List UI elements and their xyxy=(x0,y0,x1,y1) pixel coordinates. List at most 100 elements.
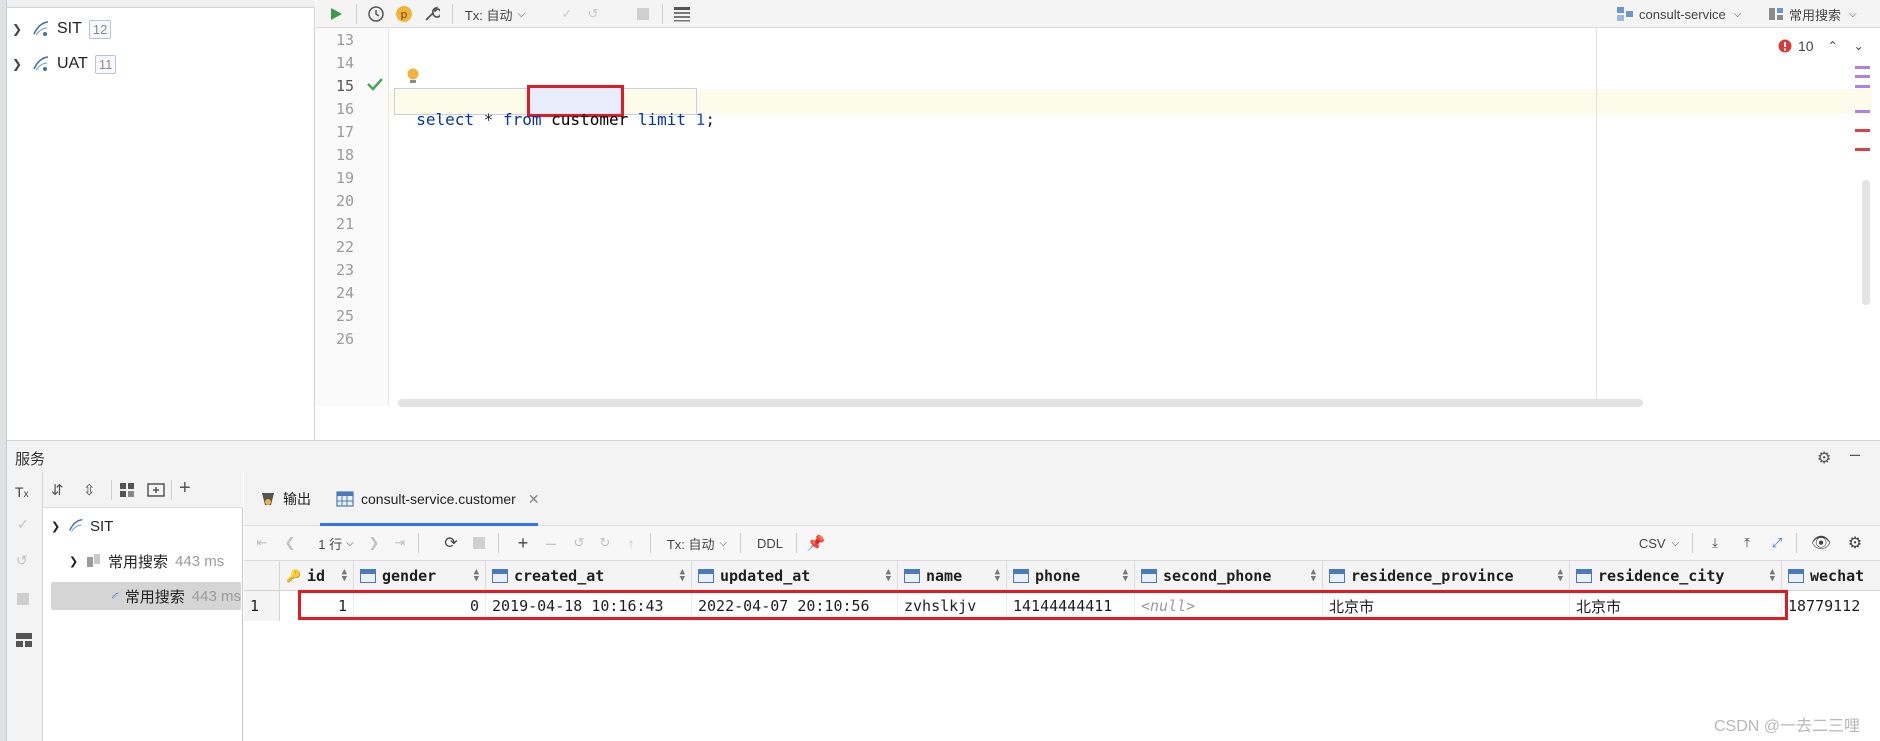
close-icon[interactable]: ✕ xyxy=(528,491,540,508)
sort-icon[interactable]: ▲ ▼ xyxy=(474,568,479,584)
column-header-wechat[interactable]: wechat xyxy=(1782,561,1880,591)
editor-gutter: 13 14 15 16 17 18 19 20 21 22 23 24 25 2… xyxy=(316,28,389,406)
column-name: updated_at xyxy=(720,567,811,585)
output-panel-button[interactable] xyxy=(670,3,694,25)
stop-icon[interactable] xyxy=(468,532,490,554)
column-header-gender[interactable]: gender ▲ ▼ xyxy=(354,561,486,591)
sort-icon[interactable]: ▲ ▼ xyxy=(1558,568,1563,584)
sort-icon[interactable]: ▲ ▼ xyxy=(995,568,1000,584)
new-tab-icon[interactable] xyxy=(147,481,165,497)
column-icon xyxy=(492,569,508,583)
rollback-icon[interactable]: ↺ xyxy=(16,552,28,569)
row-count-dropdown[interactable]: 1 行 ⌵ xyxy=(314,532,358,554)
parameters-button[interactable]: p xyxy=(392,3,416,25)
refresh-icon[interactable]: ⟳ xyxy=(440,532,462,554)
group-by-icon[interactable] xyxy=(119,482,135,498)
add-row-icon[interactable]: + xyxy=(512,532,534,554)
column-header-residence-city[interactable]: residence_city ▲ ▼ xyxy=(1570,561,1782,591)
sort-icon[interactable]: ▲ ▼ xyxy=(1770,568,1775,584)
sort-icon[interactable]: ▲ ▼ xyxy=(1123,568,1128,584)
tab-consult-service-customer[interactable]: consult-service.customer ✕ xyxy=(336,486,540,512)
chevron-down-icon[interactable]: ❯ xyxy=(51,520,65,533)
horizontal-scrollbar[interactable] xyxy=(398,399,1643,407)
db-tree-item-uat[interactable]: ❯ UAT 11 xyxy=(7,49,117,79)
tx-icon[interactable]: Tx xyxy=(15,484,29,500)
chevron-down-icon[interactable]: ❯ xyxy=(69,555,83,568)
tx-mode-dropdown[interactable]: Tx: 自动 ⌵ xyxy=(662,532,732,554)
services-tree-item-query[interactable]: 常用搜索 443 ms xyxy=(111,582,241,610)
ddl-button[interactable]: DDL xyxy=(752,532,788,554)
add-icon[interactable]: + xyxy=(179,477,191,500)
stop-button[interactable] xyxy=(632,3,654,25)
sort-icon[interactable]: ▲ ▼ xyxy=(342,568,347,584)
chevron-down-icon: ⌵ xyxy=(1849,8,1857,20)
tx-mode-dropdown[interactable]: Tx: 自动 ⌵ xyxy=(460,3,530,25)
column-header-name[interactable]: name ▲ ▼ xyxy=(898,561,1007,591)
export-format-dropdown[interactable]: CSV ⌵ xyxy=(1636,532,1682,554)
stop-icon[interactable] xyxy=(17,593,29,605)
chevron-right-icon[interactable]: ❯ xyxy=(7,22,27,36)
db-tree-item-sit[interactable]: ❯ SIT 12 xyxy=(7,14,112,44)
delete-row-icon[interactable]: – xyxy=(540,532,562,554)
schema-selector[interactable]: 常用搜索 ⌵ xyxy=(1768,3,1868,25)
services-tree-item-sit[interactable]: ❯ SIT xyxy=(51,512,113,540)
revert-icon[interactable]: ↺ xyxy=(568,532,590,554)
datasource-selector[interactable]: consult-service ⌵ xyxy=(1616,3,1756,25)
column-header-created-at[interactable]: created_at ▲ ▼ xyxy=(486,561,692,591)
compare-icon[interactable]: ⤢ xyxy=(1766,532,1788,554)
column-header-id[interactable]: 🔑 id ▲ ▼ xyxy=(280,561,354,591)
download-icon[interactable]: ⤓ xyxy=(1704,532,1726,554)
commit-button[interactable]: ✓ xyxy=(556,3,578,25)
collapse-all-icon[interactable]: ⇳ xyxy=(83,481,96,499)
column-header-phone[interactable]: phone ▲ ▼ xyxy=(1007,561,1135,591)
column-icon xyxy=(1013,569,1029,583)
rollback-button[interactable]: ↺ xyxy=(582,3,604,25)
revert-all-icon[interactable]: ↻ xyxy=(594,532,616,554)
sql-statement[interactable]: select * from customer limit 1; xyxy=(397,91,715,129)
upload-icon[interactable]: ⤒ xyxy=(1736,532,1758,554)
minimize-icon[interactable]: – xyxy=(1850,444,1860,465)
row-number-header xyxy=(244,561,280,591)
gear-icon[interactable]: ⚙ xyxy=(1817,448,1831,468)
line-number: 17 xyxy=(335,123,354,141)
stop-icon xyxy=(637,8,649,20)
last-page-icon[interactable]: ⇥ xyxy=(390,532,410,554)
column-header-updated-at[interactable]: updated_at ▲ ▼ xyxy=(692,561,898,591)
column-header-second-phone[interactable]: second_phone ▲ ▼ xyxy=(1135,561,1323,591)
history-button[interactable] xyxy=(364,3,388,25)
commit-icon[interactable]: ✓ xyxy=(17,516,29,533)
row-number[interactable]: 1 xyxy=(244,591,280,621)
vertical-scrollbar[interactable] xyxy=(1862,180,1870,305)
session-icon xyxy=(87,554,100,567)
chevron-up-icon[interactable]: ⌃ xyxy=(1828,39,1838,53)
run-button[interactable] xyxy=(324,3,348,25)
tab-label: 输出 xyxy=(283,491,311,507)
view-icon[interactable]: 👁 xyxy=(1810,532,1832,554)
gear-icon[interactable]: ⚙ xyxy=(1844,532,1866,554)
query-icon xyxy=(111,592,119,599)
previous-page-icon[interactable]: ❮ xyxy=(280,532,300,554)
chevron-down-icon[interactable]: ⌄ xyxy=(1854,39,1864,53)
sort-icon[interactable]: ▲ ▼ xyxy=(886,568,891,584)
problems-indicator[interactable]: 10 ⌃ ⌄ xyxy=(1778,38,1864,54)
tab-output[interactable]: 输出 xyxy=(260,486,311,512)
chevron-right-icon[interactable]: ❯ xyxy=(7,57,27,71)
layout-icon[interactable] xyxy=(16,633,32,647)
table-cell-wechat[interactable]: 18779112 xyxy=(1782,591,1880,621)
first-page-icon[interactable]: ⇤ xyxy=(252,532,272,554)
sort-icon[interactable]: ▲ ▼ xyxy=(680,568,685,584)
intention-bulb-icon[interactable] xyxy=(405,67,421,87)
sql-keyword-from: from xyxy=(502,110,542,129)
services-tree-item-session[interactable]: ❯ 常用搜索 443 ms xyxy=(69,547,224,575)
sort-icon[interactable]: ▲ ▼ xyxy=(1311,568,1316,584)
next-page-icon[interactable]: ❯ xyxy=(364,532,384,554)
submit-icon[interactable]: ↑ xyxy=(620,532,642,554)
expand-all-icon[interactable]: ⇵ xyxy=(51,481,64,499)
sql-table-name[interactable]: customer xyxy=(551,110,628,129)
p-icon: p xyxy=(396,6,412,22)
column-name: gender xyxy=(382,567,437,585)
pin-tab-icon[interactable]: 📌 xyxy=(804,532,828,554)
line-number: 19 xyxy=(335,169,354,187)
column-header-residence-province[interactable]: residence_province ▲ ▼ xyxy=(1323,561,1570,591)
settings-wrench-button[interactable] xyxy=(420,3,444,25)
